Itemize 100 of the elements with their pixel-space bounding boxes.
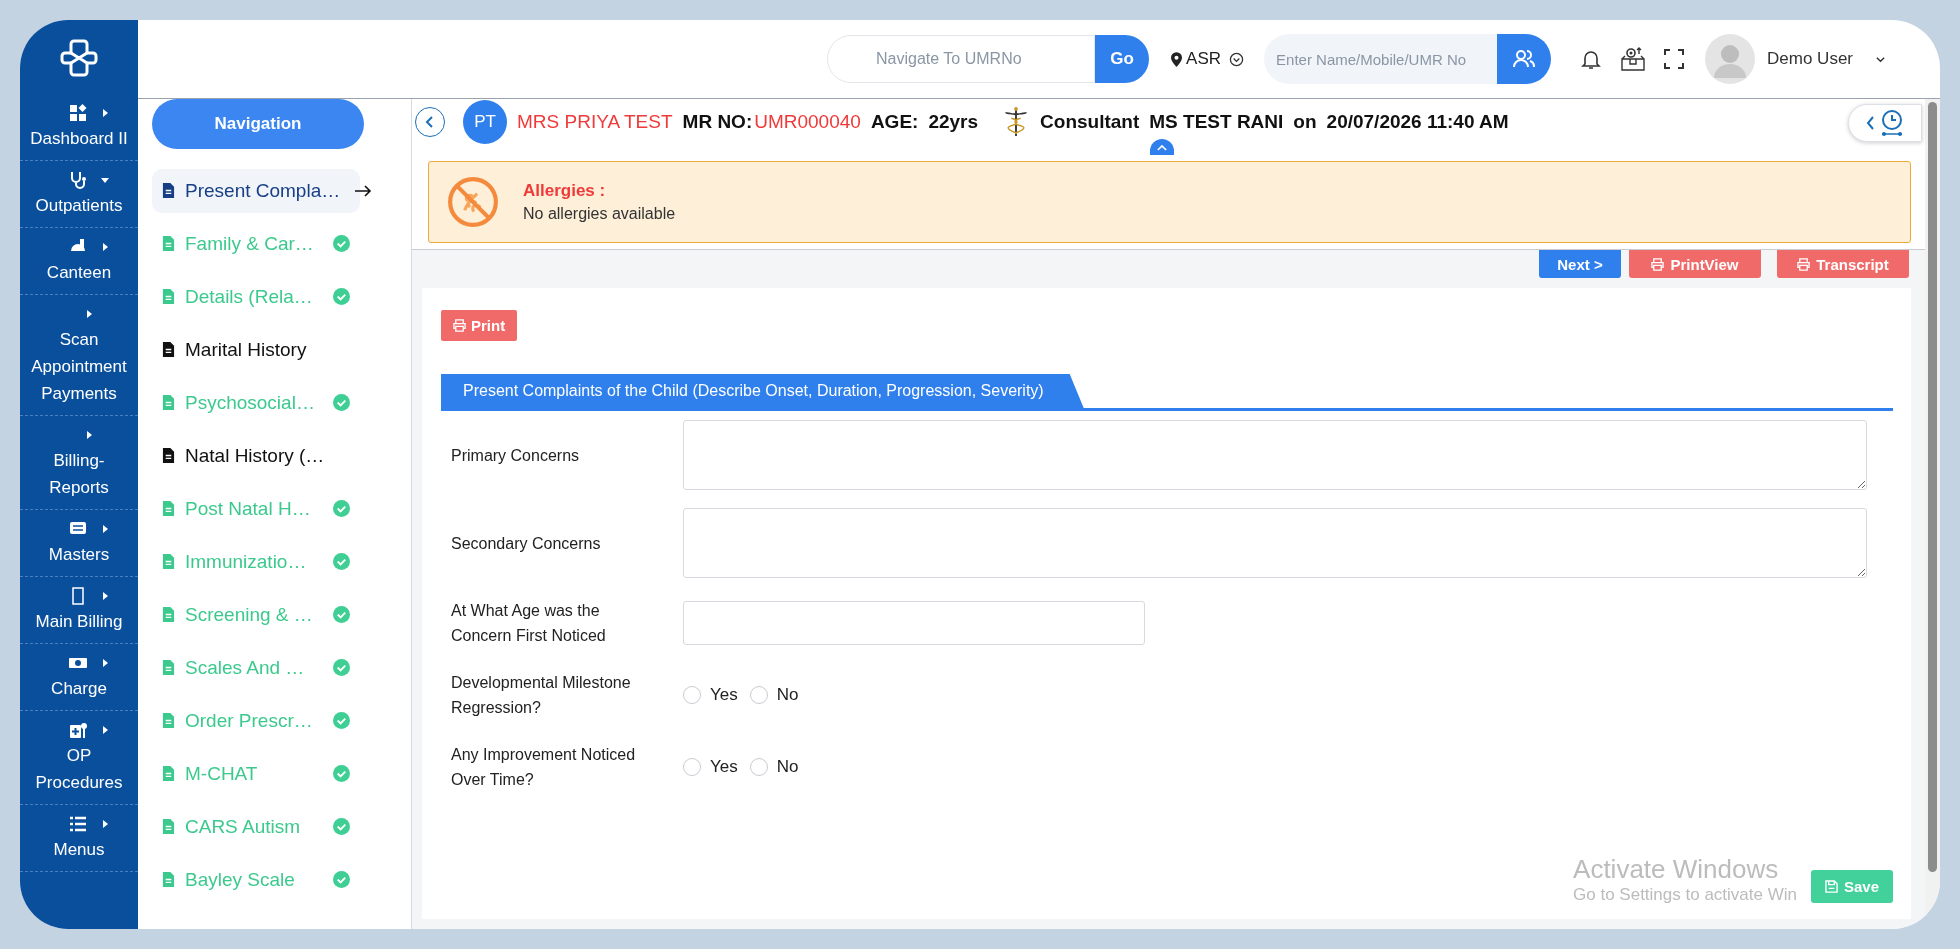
on-label: on [1293, 111, 1317, 133]
collapse-button[interactable] [1150, 139, 1174, 155]
chevron-up-icon [1157, 143, 1167, 151]
navigation-item[interactable]: Marital History [152, 327, 360, 372]
printer-icon [1797, 257, 1811, 271]
check-circle-icon [333, 500, 350, 517]
navigation-item[interactable]: Natal History (… [152, 433, 360, 478]
sidebar-label: Main Billing [35, 611, 123, 633]
chevron-down-icon[interactable] [1229, 51, 1245, 67]
logo-icon [59, 38, 99, 78]
check-circle-icon [333, 288, 350, 305]
sidebar-item[interactable]: Scan Appointment Payments [20, 295, 138, 416]
document-icon [162, 871, 175, 888]
check-circle-icon [333, 871, 350, 888]
document-icon [162, 288, 175, 305]
sidebar-item[interactable]: OP Procedures [20, 711, 138, 805]
field-label: Any Improvement Noticed Over Time? [450, 745, 637, 790]
sidebar-item[interactable]: Charge [20, 644, 138, 711]
activation-notice-text: Go to Settings to activate Win [1573, 885, 1797, 905]
sidebar-item[interactable]: Masters [20, 510, 138, 577]
allergy-text: No allergies available [523, 205, 676, 223]
mr-no-value: UMR000040 [754, 111, 861, 133]
radio-label[interactable]: No [776, 757, 799, 777]
document-icon [162, 659, 175, 676]
sidebar-label: Masters [48, 544, 110, 566]
check-circle-icon [333, 394, 350, 411]
check-circle-icon [333, 712, 350, 729]
sidebar-label: OP Procedures [34, 745, 124, 794]
document-icon [162, 235, 175, 252]
radio-label[interactable]: No [776, 685, 799, 705]
umr-search-field[interactable]: Navigate To UMRNo [827, 35, 1096, 83]
field-label: Primary Concerns [450, 445, 581, 466]
sidebar-item[interactable]: Billing-Reports [20, 416, 138, 510]
list-icon [68, 814, 88, 834]
field-label: At What Age was the Concern First Noticed [450, 601, 607, 646]
sidebar-label: Scan Appointment Payments [30, 329, 128, 405]
age-value: 22yrs [928, 111, 979, 133]
document-icon [162, 182, 175, 199]
sidebar-label: Charge [51, 678, 107, 700]
stethoscope-icon [68, 170, 88, 190]
go-button[interactable]: Go [1095, 35, 1150, 83]
sidebar-item[interactable]: Dashboard II [20, 94, 138, 161]
age-label: AGE: [870, 111, 919, 133]
document-icon [162, 765, 175, 782]
field-label: Developmental Milestone Regression? [450, 673, 632, 718]
medicine-box-icon [68, 720, 88, 740]
sidebar-item[interactable]: Outpatients [20, 161, 138, 228]
patient-name: MRS PRIYA TEST [517, 111, 673, 133]
check-circle-icon [333, 553, 350, 570]
location-label[interactable]: ASR [1186, 49, 1222, 69]
history-button[interactable] [1848, 104, 1922, 142]
sidebar-label: Billing-Reports [48, 450, 110, 499]
document-icon [162, 712, 175, 729]
document-icon [162, 341, 175, 358]
activation-notice-title: Activate Windows [1573, 854, 1780, 885]
mr-no-label: MR NO: [682, 111, 753, 133]
users-button[interactable] [1497, 34, 1552, 84]
field-label: Secondary Concerns [450, 533, 602, 554]
user-name[interactable]: Demo User [1767, 49, 1853, 69]
check-circle-icon [333, 235, 350, 252]
sidebar-label: Outpatients [35, 195, 123, 217]
location-pin-icon [1171, 51, 1183, 67]
document-icon [162, 606, 175, 623]
allergy-title: Allergies : [523, 181, 607, 201]
chevron-left-icon [424, 116, 436, 128]
next-button[interactable]: Next > [1539, 250, 1621, 278]
sidebar-item[interactable]: Canteen [20, 228, 138, 295]
text-input[interactable] [683, 601, 1145, 645]
prohibited-icon [447, 176, 499, 228]
radio-label[interactable]: Yes [710, 757, 738, 777]
gear-box-icon[interactable] [1619, 45, 1648, 73]
arrow-right-icon [354, 184, 372, 197]
sidebar-item[interactable]: Menus [20, 805, 138, 872]
printer-icon [1651, 257, 1665, 271]
radio-label[interactable]: Yes [710, 685, 738, 705]
sidebar-label: Dashboard II [30, 128, 128, 150]
visit-datetime: 20/07/2026 11:40 AM [1326, 111, 1509, 133]
back-button[interactable] [415, 107, 445, 137]
dashboard-icon [68, 103, 88, 123]
patient-search-field[interactable]: Enter Name/Mobile/UMR No [1264, 34, 1498, 84]
sidebar-label: Canteen [46, 262, 112, 284]
consultant-label: Consultant [1040, 111, 1140, 133]
document-icon [162, 818, 175, 835]
check-circle-icon [333, 818, 350, 835]
patient-avatar: PT [463, 100, 507, 144]
consultant-name: MS TEST RANI [1149, 111, 1284, 133]
sidebar-label: Menus [53, 839, 105, 861]
document-icon [162, 500, 175, 517]
document-icon [162, 394, 175, 411]
navigation-item[interactable]: Present Compla… [152, 168, 360, 213]
printer-icon [453, 319, 466, 332]
navigation-button[interactable]: Navigation [152, 99, 364, 149]
check-circle-icon [333, 765, 350, 782]
fullscreen-icon[interactable] [1663, 48, 1686, 70]
document-icon [162, 447, 175, 464]
check-circle-icon [333, 659, 350, 676]
check-circle-icon [333, 606, 350, 623]
document-icon [162, 553, 175, 570]
scrollbar-thumb[interactable] [1928, 102, 1937, 872]
sidebar-item[interactable]: Main Billing [20, 577, 138, 644]
